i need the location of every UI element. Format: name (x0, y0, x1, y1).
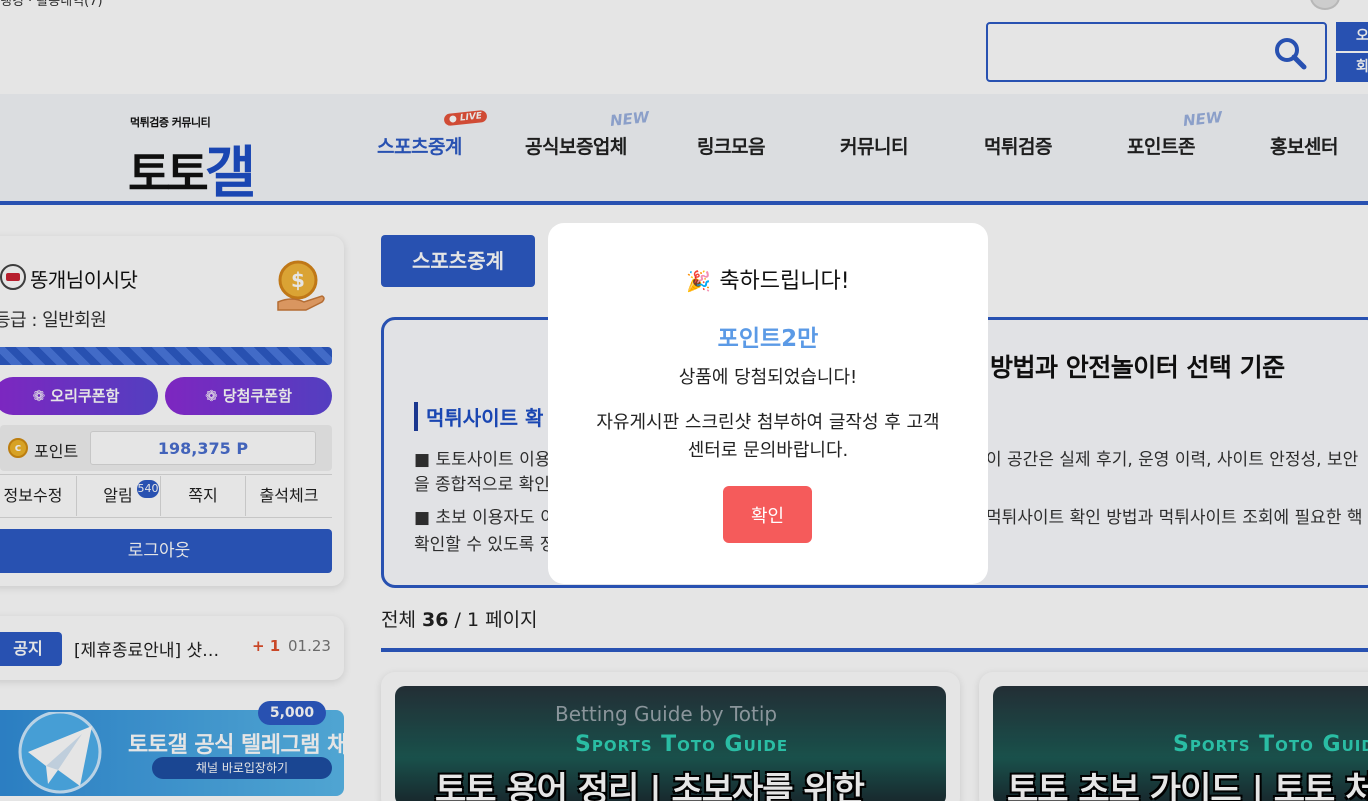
modal-message: 상품에 당첨되었습니다! (678, 367, 858, 388)
party-popper-icon: 🎉 (686, 269, 712, 293)
prize-modal: 🎉 축하드립니다! 포인트2만 상품에 당첨되었습니다! 자유게시판 스크린샷 첨… (548, 223, 988, 584)
modal-title: 🎉 축하드립니다! (548, 263, 988, 295)
confirm-button[interactable]: 확인 (723, 486, 812, 543)
modal-title-text: 축하드립니다! (719, 269, 850, 294)
modal-instruction: 자유게시판 스크린샷 첨부하여 글작성 후 고객센터로 문의바랍니다. (596, 412, 940, 461)
modal-prize: 포인트2만 (717, 326, 819, 352)
